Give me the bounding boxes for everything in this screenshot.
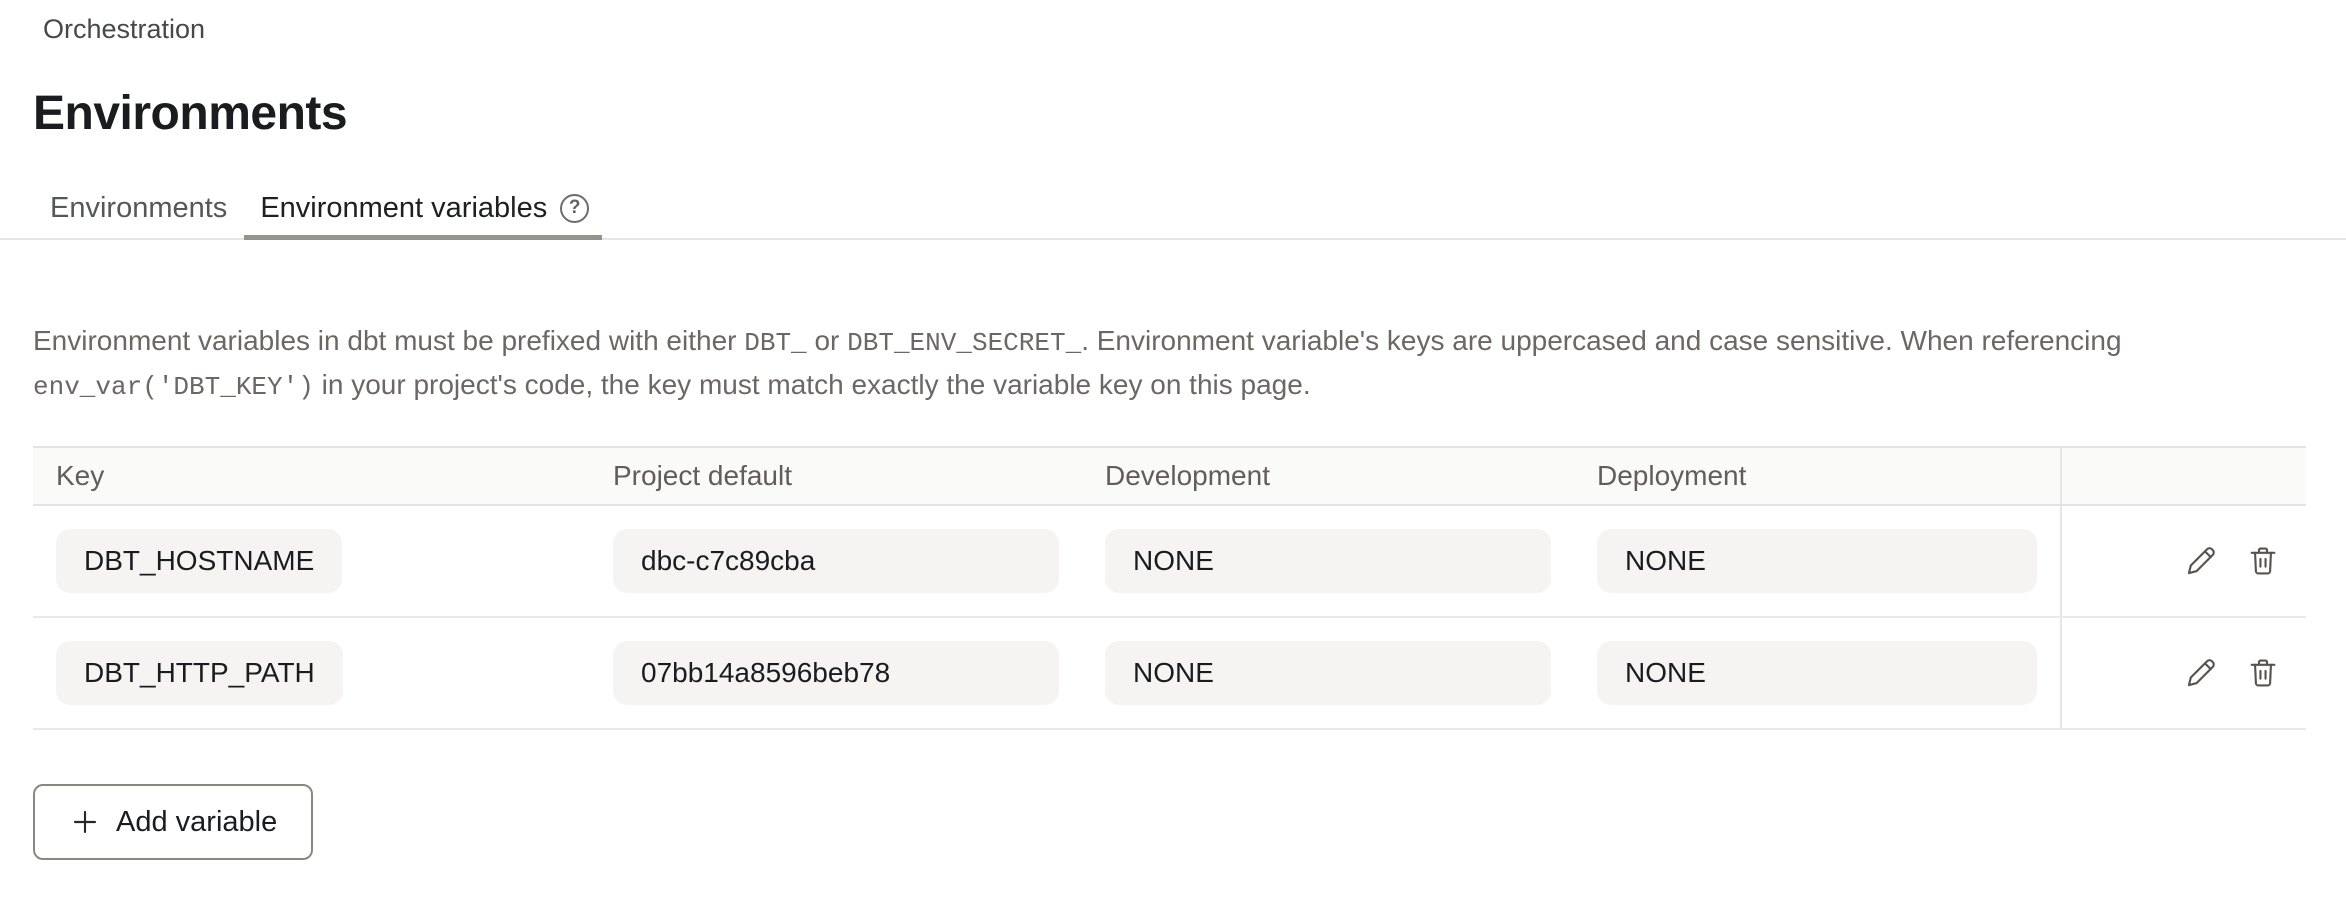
page-title: Environments bbox=[33, 86, 2346, 142]
delete-variable-button[interactable] bbox=[2246, 656, 2280, 690]
edit-variable-button[interactable] bbox=[2184, 544, 2218, 578]
delete-variable-button[interactable] bbox=[2246, 544, 2280, 578]
key-cell: DBT_HTTP_PATH bbox=[33, 618, 590, 728]
tab-label: Environments bbox=[50, 192, 227, 225]
environment-variables-table: Key Project default Development Deployme… bbox=[33, 446, 2306, 730]
pencil-icon bbox=[2184, 656, 2218, 690]
table-row: DBT_HOSTNAME dbc-c7c89cba NONE NONE bbox=[33, 506, 2306, 618]
key-chip: DBT_HTTP_PATH bbox=[56, 641, 343, 705]
project-default-chip: dbc-c7c89cba bbox=[613, 529, 1059, 593]
help-circle-icon[interactable]: ? bbox=[560, 194, 589, 223]
description-segment: Environment variables in dbt must be pre… bbox=[33, 325, 744, 356]
actions-cell bbox=[2060, 506, 2306, 616]
actions-cell bbox=[2060, 618, 2306, 728]
description-segment: in your project's code, the key must mat… bbox=[314, 369, 1311, 400]
tab-label: Environment variables bbox=[260, 192, 547, 225]
column-header-key: Key bbox=[33, 448, 590, 504]
development-chip: NONE bbox=[1105, 641, 1551, 705]
development-cell: NONE bbox=[1082, 506, 1574, 616]
development-cell: NONE bbox=[1082, 618, 1574, 728]
trash-icon bbox=[2246, 656, 2280, 690]
development-chip: NONE bbox=[1105, 529, 1551, 593]
edit-variable-button[interactable] bbox=[2184, 656, 2218, 690]
column-header-development: Development bbox=[1082, 448, 1574, 504]
code-dbt-prefix: DBT_ bbox=[744, 328, 806, 358]
deployment-cell: NONE bbox=[1574, 506, 2060, 616]
description-segment: or bbox=[807, 325, 847, 356]
trash-icon bbox=[2246, 544, 2280, 578]
pencil-icon bbox=[2184, 544, 2218, 578]
tab-environments[interactable]: Environments bbox=[33, 178, 244, 238]
key-cell: DBT_HOSTNAME bbox=[33, 506, 590, 616]
tab-environment-variables[interactable]: Environment variables ? bbox=[244, 178, 602, 238]
plus-icon bbox=[69, 806, 101, 838]
deployment-chip: NONE bbox=[1597, 529, 2037, 593]
deployment-chip: NONE bbox=[1597, 641, 2037, 705]
table-header-row: Key Project default Development Deployme… bbox=[33, 446, 2306, 506]
deployment-cell: NONE bbox=[1574, 618, 2060, 728]
breadcrumb[interactable]: Orchestration bbox=[43, 12, 205, 46]
description-segment: . Environment variable's keys are upperc… bbox=[1081, 325, 2121, 356]
key-chip: DBT_HOSTNAME bbox=[56, 529, 342, 593]
add-variable-label: Add variable bbox=[116, 806, 277, 839]
project-default-cell: 07bb14a8596beb78 bbox=[590, 618, 1082, 728]
main-content: Environment variables in dbt must be pre… bbox=[0, 320, 2346, 860]
column-header-deployment: Deployment bbox=[1574, 448, 2060, 504]
project-default-cell: dbc-c7c89cba bbox=[590, 506, 1082, 616]
description-text: Environment variables in dbt must be pre… bbox=[33, 320, 2313, 408]
code-dbt-env-secret-prefix: DBT_ENV_SECRET_ bbox=[847, 328, 1081, 358]
project-default-chip: 07bb14a8596beb78 bbox=[613, 641, 1059, 705]
add-variable-button[interactable]: Add variable bbox=[33, 784, 313, 860]
table-row: DBT_HTTP_PATH 07bb14a8596beb78 NONE NONE bbox=[33, 618, 2306, 730]
column-header-project-default: Project default bbox=[590, 448, 1082, 504]
column-header-actions bbox=[2060, 448, 2306, 504]
code-env-var-example: env_var('DBT_KEY') bbox=[33, 372, 314, 402]
tabs-bar: Environments Environment variables ? bbox=[0, 178, 2346, 240]
